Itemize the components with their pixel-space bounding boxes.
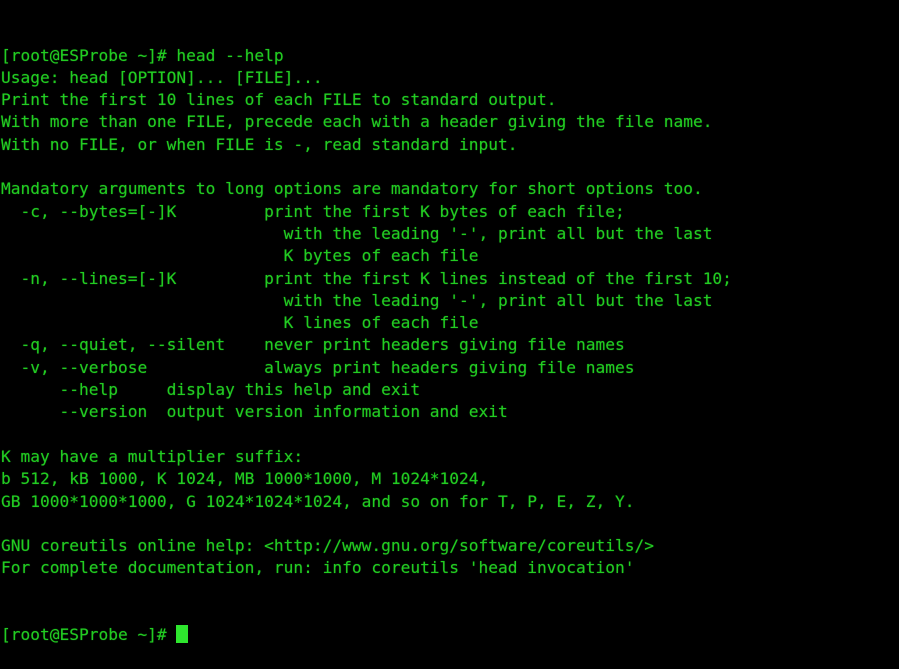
terminal-line-documentation: For complete documentation, run: info co… [1, 558, 635, 578]
terminal-line-option-verbose: -v, --verbose always print headers givin… [1, 357, 635, 377]
terminal-line-blank-3 [1, 513, 899, 535]
terminal-line-option-version: --version output version information and… [1, 402, 508, 422]
terminal-line-option-bytes-cont-1: with the leading '-', print all but the … [1, 223, 713, 243]
terminal-line-option-lines-cont-1: with the leading '-', print all but the … [1, 290, 713, 310]
terminal-output: [root@ESProbe ~]# head --help Usage: head… [1, 45, 899, 580]
terminal-line-option-lines: -n, --lines=[-]K print the first K lines… [1, 268, 732, 288]
terminal-prompt-row[interactable]: [root@ESProbe ~]# [1, 624, 899, 646]
terminal-line-suffix-intro: K may have a multiplier suffix: [1, 446, 304, 466]
terminal-line-option-quiet: -q, --quiet, --silent never print header… [1, 335, 625, 355]
terminal-screen[interactable]: [root@ESProbe ~]# head --help Usage: head… [0, 0, 899, 644]
terminal-line-description-2: With more than one FILE, precede each wi… [1, 112, 713, 132]
terminal-line-blank-1 [1, 156, 899, 178]
text-cursor [176, 625, 188, 644]
shell-prompt: [root@ESProbe ~]# [1, 625, 177, 645]
terminal-line-description-3: With no FILE, or when FILE is -, read st… [1, 134, 518, 154]
terminal-line-suffix-line-1: b 512, kB 1000, K 1024, MB 1000*1000, M … [1, 469, 489, 489]
terminal-line-option-bytes: -c, --bytes=[-]K print the first K bytes… [1, 201, 625, 221]
terminal-line-prompt-command: [root@ESProbe ~]# head --help [1, 45, 284, 65]
terminal-line-mandatory-note: Mandatory arguments to long options are … [1, 179, 703, 199]
terminal-line-option-bytes-cont-2: K bytes of each file [1, 246, 479, 266]
terminal-line-option-lines-cont-2: K lines of each file [1, 313, 479, 333]
terminal-line-blank-2 [1, 424, 899, 446]
terminal-line-option-help: --help display this help and exit [1, 380, 421, 400]
terminal-line-suffix-line-2: GB 1000*1000*1000, G 1024*1024*1024, and… [1, 491, 635, 511]
terminal-line-usage: Usage: head [OPTION]... [FILE]... [1, 67, 323, 87]
terminal-line-description-1: Print the first 10 lines of each FILE to… [1, 90, 557, 110]
terminal-line-online-help: GNU coreutils online help: <http://www.g… [1, 536, 654, 556]
